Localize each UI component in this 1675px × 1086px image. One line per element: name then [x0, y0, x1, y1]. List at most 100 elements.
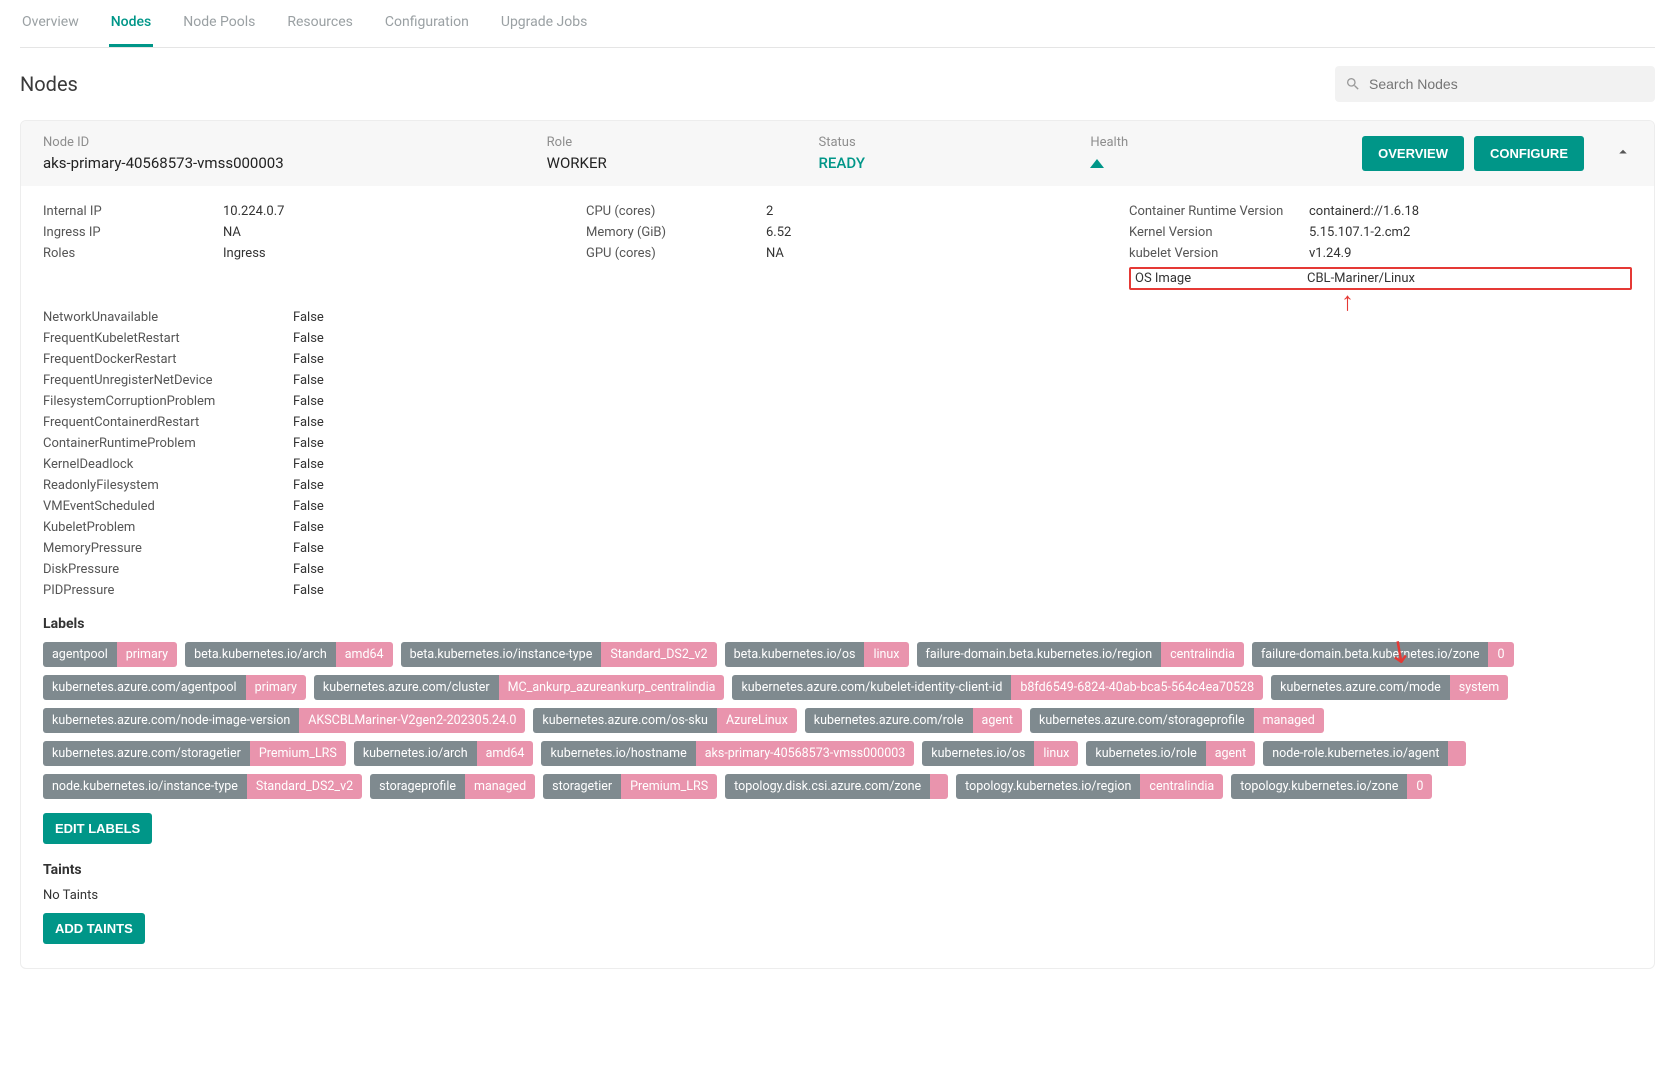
info-key: Ingress IP: [43, 225, 223, 240]
info-kv: Ingress IPNA: [43, 225, 546, 240]
add-taints-button[interactable]: ADD TAINTS: [43, 913, 145, 944]
label-chip[interactable]: kubernetes.io/roleagent: [1086, 741, 1255, 766]
label-chip[interactable]: storageprofilemanaged: [370, 774, 535, 799]
search-wrap: [1335, 66, 1655, 102]
overview-button[interactable]: OVERVIEW: [1362, 136, 1464, 171]
label-value: MC_ankurp_azureankurp_centralindia: [499, 675, 725, 700]
condition-row: FrequentKubeletRestartFalse: [43, 331, 1632, 346]
label-chip[interactable]: beta.kubernetes.io/archamd64: [185, 642, 393, 667]
label-chip[interactable]: node-role.kubernetes.io/agent: [1263, 741, 1466, 766]
node-id-label: Node ID: [43, 135, 507, 150]
condition-key: FrequentKubeletRestart: [43, 331, 293, 346]
condition-key: MemoryPressure: [43, 541, 293, 556]
edit-labels-button[interactable]: EDIT LABELS: [43, 813, 152, 844]
label-key: kubernetes.azure.com/node-image-version: [43, 708, 299, 733]
label-value: managed: [465, 774, 535, 799]
role-label: Role: [547, 135, 779, 150]
condition-value: False: [293, 394, 324, 409]
info-value: NA: [223, 225, 241, 240]
condition-value: False: [293, 352, 324, 367]
page-header: Nodes: [20, 66, 1655, 102]
info-value: Ingress: [223, 246, 266, 261]
label-key: topology.kubernetes.io/region: [956, 774, 1140, 799]
label-chip[interactable]: kubernetes.azure.com/storagetierPremium_…: [43, 741, 346, 766]
info-value: 2: [766, 204, 773, 219]
info-value: 10.224.0.7: [223, 204, 284, 219]
tab-upgrade-jobs[interactable]: Upgrade Jobs: [499, 6, 589, 47]
role-value: WORKER: [547, 154, 779, 172]
label-chip[interactable]: kubernetes.azure.com/os-skuAzureLinux: [533, 708, 796, 733]
taints-heading: Taints: [43, 862, 1632, 878]
label-value: 0: [1488, 642, 1513, 667]
info-kv: Internal IP10.224.0.7: [43, 204, 546, 219]
tab-nodes[interactable]: Nodes: [109, 6, 153, 47]
node-card: Node ID aks-primary-40568573-vmss000003 …: [20, 120, 1655, 969]
label-chip[interactable]: kubernetes.azure.com/agentpoolprimary: [43, 675, 306, 700]
label-chip[interactable]: kubernetes.io/archamd64: [354, 741, 534, 766]
info-value: 5.15.107.1-2.cm2: [1309, 225, 1410, 240]
annotation-arrow-up-icon: ↑: [1341, 289, 1354, 315]
label-key: node-role.kubernetes.io/agent: [1263, 741, 1448, 766]
label-chip[interactable]: topology.kubernetes.io/regioncentralindi…: [956, 774, 1223, 799]
label-value: primary: [117, 642, 177, 667]
label-chip[interactable]: kubernetes.azure.com/storageprofilemanag…: [1030, 708, 1324, 733]
tab-configuration[interactable]: Configuration: [383, 6, 471, 47]
label-key: topology.disk.csi.azure.com/zone: [725, 774, 930, 799]
info-key: Container Runtime Version: [1129, 204, 1309, 219]
label-key: topology.kubernetes.io/zone: [1231, 774, 1407, 799]
label-key: failure-domain.beta.kubernetes.io/zone: [1252, 642, 1489, 667]
label-value: centralindia: [1140, 774, 1223, 799]
condition-key: FrequentDockerRestart: [43, 352, 293, 367]
condition-row: FrequentUnregisterNetDeviceFalse: [43, 373, 1632, 388]
condition-row: DiskPressureFalse: [43, 562, 1632, 577]
info-kv: RolesIngress: [43, 246, 546, 261]
label-chip[interactable]: failure-domain.beta.kubernetes.io/region…: [917, 642, 1244, 667]
info-value: containerd://1.6.18: [1309, 204, 1419, 219]
collapse-toggle[interactable]: [1614, 143, 1632, 165]
label-chip[interactable]: storagetierPremium_LRS: [543, 774, 717, 799]
label-chip[interactable]: kubernetes.azure.com/modesystem: [1271, 675, 1508, 700]
label-value: agent: [1206, 741, 1255, 766]
label-value: b8fd6549-6824-40ab-bca5-564c4ea70528: [1011, 675, 1263, 700]
label-chip[interactable]: kubernetes.azure.com/node-image-versionA…: [43, 708, 525, 733]
info-value: 6.52: [766, 225, 791, 240]
condition-row: ContainerRuntimeProblemFalse: [43, 436, 1632, 451]
condition-value: False: [293, 499, 324, 514]
tab-resources[interactable]: Resources: [285, 6, 355, 47]
label-chip[interactable]: beta.kubernetes.io/instance-typeStandard…: [401, 642, 717, 667]
search-icon: [1345, 76, 1361, 92]
condition-row: PIDPressureFalse: [43, 583, 1632, 598]
label-key: kubernetes.io/os: [922, 741, 1034, 766]
health-value: [1090, 154, 1322, 172]
search-input[interactable]: [1335, 66, 1655, 102]
info-col-resources: CPU (cores)2Memory (GiB)6.52GPU (cores)N…: [586, 204, 1089, 290]
chevron-up-icon: [1614, 143, 1632, 161]
label-chip[interactable]: node.kubernetes.io/instance-typeStandard…: [43, 774, 362, 799]
condition-row: KernelDeadlockFalse: [43, 457, 1632, 472]
label-value: agent: [973, 708, 1022, 733]
label-chip[interactable]: kubernetes.azure.com/clusterMC_ankurp_az…: [314, 675, 725, 700]
label-chip[interactable]: kubernetes.azure.com/kubelet-identity-cl…: [732, 675, 1263, 700]
condition-row: FrequentDockerRestartFalse: [43, 352, 1632, 367]
label-chip[interactable]: beta.kubernetes.io/oslinux: [725, 642, 909, 667]
label-chip[interactable]: topology.disk.csi.azure.com/zone: [725, 774, 948, 799]
info-row: Internal IP10.224.0.7Ingress IPNARolesIn…: [43, 204, 1632, 290]
label-chip[interactable]: kubernetes.io/oslinux: [922, 741, 1078, 766]
label-chip[interactable]: kubernetes.io/hostnameaks-primary-405685…: [541, 741, 914, 766]
info-key: Kernel Version: [1129, 225, 1309, 240]
label-chip[interactable]: kubernetes.azure.com/roleagent: [805, 708, 1022, 733]
info-kv: CPU (cores)2: [586, 204, 1089, 219]
label-key: kubernetes.azure.com/storageprofile: [1030, 708, 1254, 733]
label-chip[interactable]: topology.kubernetes.io/zone0: [1231, 774, 1432, 799]
info-col-versions: Container Runtime Versioncontainerd://1.…: [1129, 204, 1632, 290]
info-value: NA: [766, 246, 784, 261]
label-value: centralindia: [1161, 642, 1244, 667]
node-id-value: aks-primary-40568573-vmss000003: [43, 154, 507, 172]
tab-node-pools[interactable]: Node Pools: [181, 6, 257, 47]
tab-overview[interactable]: Overview: [20, 6, 81, 47]
condition-value: False: [293, 520, 324, 535]
configure-button[interactable]: CONFIGURE: [1474, 136, 1584, 171]
condition-value: False: [293, 457, 324, 472]
label-chip[interactable]: agentpoolprimary: [43, 642, 177, 667]
label-key: kubernetes.azure.com/role: [805, 708, 973, 733]
